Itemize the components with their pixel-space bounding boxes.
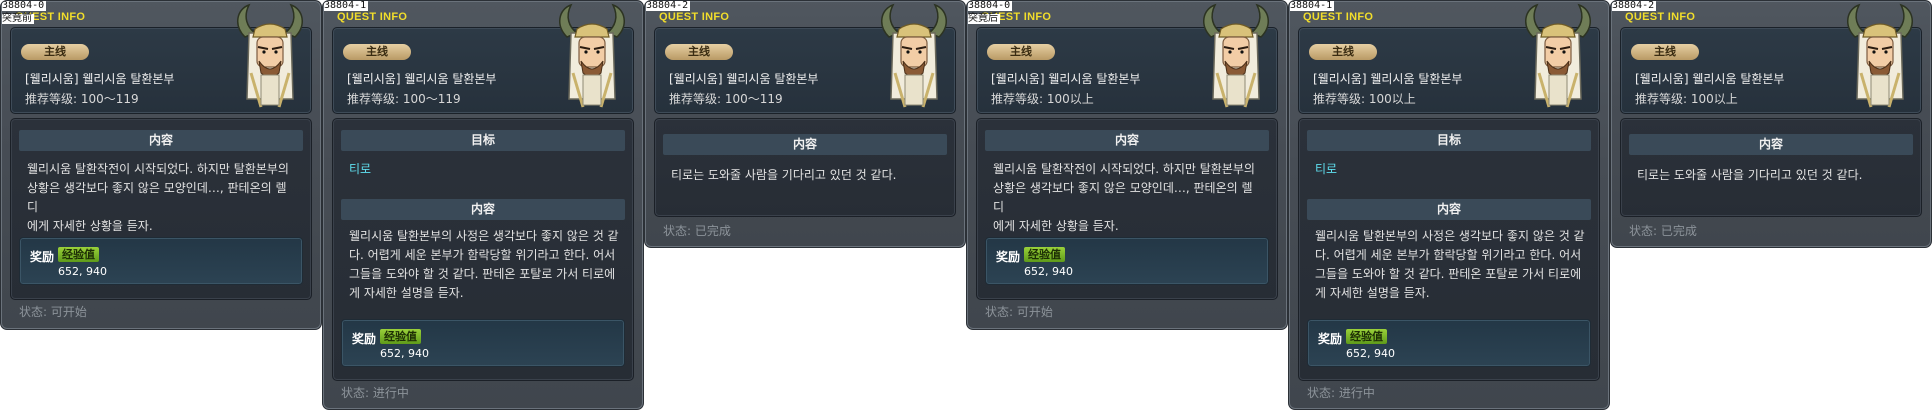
state-mark: 突竟后	[968, 13, 1000, 24]
quest-name: [웰리시움] 웰리시움 탈환본부	[1313, 72, 1463, 86]
target-section-header: 目标	[341, 130, 625, 151]
quest-panel-38804-1: QUEST INFO 主线 [웰리시움] 웰리시움 탈환본부 推荐等级: 100…	[1288, 0, 1610, 410]
quest-description: 웰리시움 탈환본부의 사정은 생각보다 좋지 않은 것 같 다. 어렵게 세운 …	[349, 229, 619, 300]
quest-description: 티로는 도와줄 사람을 기다리고 있던 것 같다.	[1637, 168, 1863, 182]
reward-exp-value: 652, 940	[58, 265, 107, 278]
quest-name: [웰리시움] 웰리시움 탈환본부	[347, 72, 497, 86]
quest-status: 状态: 进行中	[341, 386, 409, 400]
exp-tag: 经验值	[58, 247, 99, 262]
quest-type-badge: 主线	[665, 44, 733, 60]
quest-body: 目标 티로 内容 웰리시움 탈환본부의 사정은 생각보다 좋지 않은 것 같 다…	[1298, 118, 1600, 381]
reward-exp-value: 652, 940	[1024, 265, 1073, 278]
content-section-header: 内容	[19, 130, 303, 151]
exp-tag: 经验值	[1024, 247, 1065, 262]
reward-label: 奖励	[352, 332, 377, 346]
panel-id-label: 38804-2	[1612, 0, 1657, 11]
npc-portrait-icon	[1847, 3, 1913, 108]
quest-name: [웰리시움] 웰리시움 탈환본부	[25, 72, 175, 86]
state-mark: 突竟前	[2, 13, 34, 24]
npc-portrait-icon	[1203, 3, 1269, 108]
quest-status: 状态: 可开始	[19, 305, 87, 319]
quest-type-badge: 主线	[987, 44, 1055, 60]
reward-box: 奖励 经验值 652, 940	[985, 237, 1269, 285]
quest-type-badge: 主线	[1309, 44, 1377, 60]
target-npc: 티로	[1315, 162, 1338, 176]
quest-panel-38804-0: QUEST INFO 主线 [웰리시움] 웰리시움 탈환본부 推荐等级: 100…	[966, 0, 1288, 330]
quest-type-badge: 主线	[1631, 44, 1699, 60]
quest-description: 웰리시움 탈환작전이 시작되었다. 하지만 탈환본부의 상황은 생각보다 좋지 …	[27, 162, 289, 233]
quest-status: 状态: 可开始	[985, 305, 1053, 319]
exp-tag: 经验值	[1346, 329, 1387, 344]
quest-body: 内容 웰리시움 탈환작전이 시작되었다. 하지만 탈환본부의 상황은 생각보다 …	[10, 118, 312, 300]
panel-id-label: 38804-0	[968, 0, 1013, 11]
panel-id-label: 38804-0	[2, 0, 47, 11]
reward-label: 奖励	[996, 250, 1021, 264]
content-section-header: 内容	[1307, 199, 1591, 220]
quest-panel-38804-1: QUEST INFO 主线 [웰리시움] 웰리시움 탈환본부 推荐等级: 100…	[322, 0, 644, 410]
quest-level: 推荐等级: 100～119	[669, 92, 783, 106]
quest-info-panels: QUEST INFO 主线 [웰리시움] 웰리시움 탈환본부 推荐等级: 100…	[0, 0, 1932, 412]
quest-status: 状态: 进行中	[1307, 386, 1375, 400]
quest-description: 티로는 도와줄 사람을 기다리고 있던 것 같다.	[671, 168, 897, 182]
reward-box: 奖励 经验值 652, 940	[1307, 319, 1591, 367]
quest-level: 推荐等级: 100以上	[1313, 92, 1416, 106]
quest-level: 推荐等级: 100～119	[347, 92, 461, 106]
reward-box: 奖励 经验值 652, 940	[19, 237, 303, 285]
quest-level: 推荐等级: 100以上	[991, 92, 1094, 106]
reward-exp-value: 652, 940	[1346, 347, 1395, 360]
quest-status: 状态: 已完成	[663, 224, 731, 238]
quest-type-badge: 主线	[21, 44, 89, 60]
npc-portrait-icon	[881, 3, 947, 108]
reward-exp-value: 652, 940	[380, 347, 429, 360]
quest-name: [웰리시움] 웰리시움 탈환본부	[669, 72, 819, 86]
panel-title: QUEST INFO	[659, 11, 730, 23]
panel-title: QUEST INFO	[1625, 11, 1696, 23]
quest-body: 内容 웰리시움 탈환작전이 시작되었다. 하지만 탈환본부의 상황은 생각보다 …	[976, 118, 1278, 300]
quest-panel-38804-2: QUEST INFO 主线 [웰리시움] 웰리시움 탈환본부 推荐等级: 100…	[1610, 0, 1932, 248]
quest-level: 推荐等级: 100～119	[25, 92, 139, 106]
panel-id-label: 38804-1	[1290, 0, 1335, 11]
npc-portrait-icon	[237, 3, 303, 108]
quest-description: 웰리시움 탈환작전이 시작되었다. 하지만 탈환본부의 상황은 생각보다 좋지 …	[993, 162, 1255, 233]
quest-body: 内容 티로는 도와줄 사람을 기다리고 있던 것 같다.	[1620, 118, 1922, 217]
content-section-header: 内容	[663, 134, 947, 155]
content-section-header: 内容	[341, 199, 625, 220]
quest-name: [웰리시움] 웰리시움 탈환본부	[991, 72, 1141, 86]
quest-name: [웰리시움] 웰리시움 탈환본부	[1635, 72, 1785, 86]
panel-title: QUEST INFO	[1303, 11, 1374, 23]
npc-portrait-icon	[1525, 3, 1591, 108]
quest-status: 状态: 已完成	[1629, 224, 1697, 238]
reward-label: 奖励	[1318, 332, 1343, 346]
quest-body: 目标 티로 内容 웰리시움 탈환본부의 사정은 생각보다 좋지 않은 것 같 다…	[332, 118, 634, 381]
target-section-header: 目标	[1307, 130, 1591, 151]
quest-panel-38804-0: QUEST INFO 主线 [웰리시움] 웰리시움 탈환본부 推荐等级: 100…	[0, 0, 322, 330]
reward-label: 奖励	[30, 250, 55, 264]
exp-tag: 经验值	[380, 329, 421, 344]
npc-portrait-icon	[559, 3, 625, 108]
target-npc: 티로	[349, 162, 372, 176]
reward-box: 奖励 经验值 652, 940	[341, 319, 625, 367]
quest-panel-38804-2: QUEST INFO 主线 [웰리시움] 웰리시움 탈환본부 推荐等级: 100…	[644, 0, 966, 248]
panel-id-label: 38804-2	[646, 0, 691, 11]
content-section-header: 内容	[1629, 134, 1913, 155]
quest-type-badge: 主线	[343, 44, 411, 60]
quest-level: 推荐等级: 100以上	[1635, 92, 1738, 106]
panel-id-label: 38804-1	[324, 0, 369, 11]
content-section-header: 内容	[985, 130, 1269, 151]
quest-body: 内容 티로는 도와줄 사람을 기다리고 있던 것 같다.	[654, 118, 956, 217]
panel-title: QUEST INFO	[337, 11, 408, 23]
quest-description: 웰리시움 탈환본부의 사정은 생각보다 좋지 않은 것 같 다. 어렵게 세운 …	[1315, 229, 1585, 300]
